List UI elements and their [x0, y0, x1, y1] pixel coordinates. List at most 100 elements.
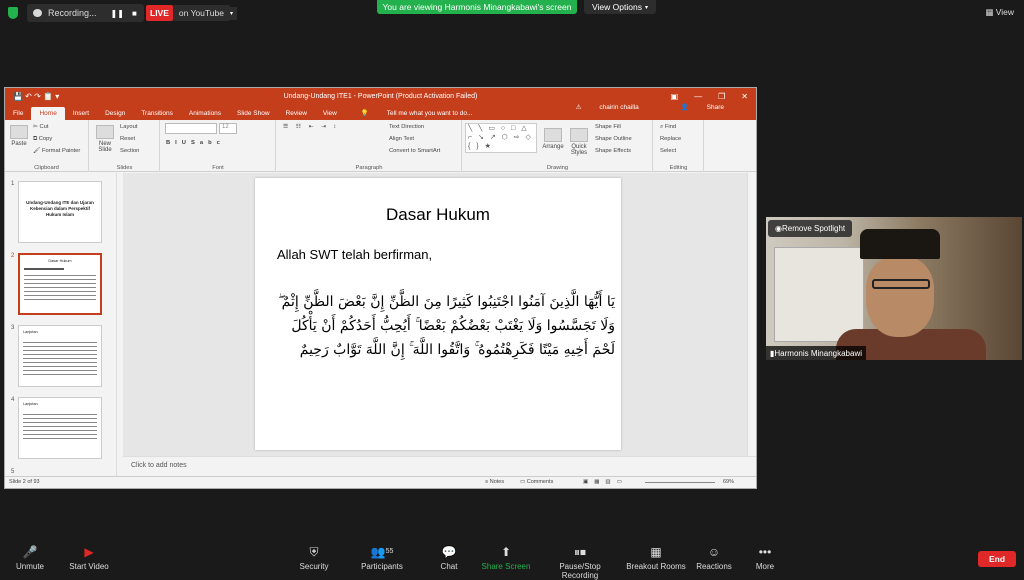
new-slide-button[interactable]: New Slide: [93, 125, 117, 153]
font-name-box[interactable]: [165, 123, 217, 134]
share-button[interactable]: 👤 Share: [665, 103, 740, 114]
font-format-buttons[interactable]: BIUSabc: [166, 140, 225, 146]
find-button[interactable]: ⌕ Find: [660, 124, 676, 131]
shapes-gallery[interactable]: ╲ ╲ ▭ ○ □ △ ⌐ ↘ ↗ ⬡ ⇨ ◇ { } ★: [465, 123, 537, 153]
minimize-icon[interactable]: —: [694, 92, 702, 101]
thumb-number: 4: [11, 397, 15, 403]
participants-button[interactable]: 👥55 Participants: [358, 544, 406, 571]
live-stream-indicator[interactable]: LIVE on YouTube ▾: [146, 5, 237, 21]
slide-thumbnails-pane[interactable]: 1 Undang-Undang ITE dan Ujaran Kebencian…: [5, 173, 117, 478]
view-options-label: View Options: [592, 2, 642, 12]
end-meeting-button[interactable]: End: [978, 551, 1016, 567]
tab-insert[interactable]: Insert: [65, 110, 97, 120]
tab-animations[interactable]: Animations: [181, 110, 229, 120]
reset-button[interactable]: Reset: [120, 136, 135, 142]
paste-label: Paste: [11, 141, 27, 147]
reactions-button[interactable]: ☺ Reactions: [696, 544, 732, 571]
align-text-button[interactable]: Align Text: [389, 136, 414, 142]
cloud-record-icon: [33, 9, 42, 17]
shape-outline-button[interactable]: Shape Outline: [595, 136, 632, 142]
tab-view[interactable]: View: [315, 110, 345, 120]
ribbon-display-icon[interactable]: ▣: [671, 92, 679, 101]
remove-spotlight-button[interactable]: ◉ Remove Spotlight: [768, 220, 853, 237]
current-slide[interactable]: Dasar Hukum Allah SWT telah berfirman, ي…: [255, 178, 621, 450]
user-account[interactable]: ⚠ chairin chailla: [560, 103, 655, 114]
notes-pane[interactable]: Click to add notes: [123, 456, 756, 478]
security-shield-icon[interactable]: [8, 7, 18, 19]
arrange-button[interactable]: Arrange: [541, 128, 565, 150]
slide-thumbnail-4[interactable]: Lanjutan: [18, 397, 102, 459]
tab-home[interactable]: Home: [31, 107, 65, 120]
shape-effects-label: Shape Effects: [595, 148, 631, 154]
list-buttons[interactable]: ☰ ☷ ⇤ ⇥ ↕: [283, 124, 339, 130]
thumb-text-lines: [23, 411, 97, 441]
start-video-button[interactable]: ▶ Start Video: [66, 544, 112, 571]
convert-smartart-button[interactable]: Convert to SmartArt: [389, 148, 440, 154]
shape-effects-button[interactable]: Shape Effects: [595, 148, 631, 154]
security-button[interactable]: ⛨ Security: [296, 544, 332, 571]
slide-thumbnail-2[interactable]: Dasar Hukum: [18, 253, 102, 315]
tab-design[interactable]: Design: [97, 110, 133, 120]
format-painter-button[interactable]: 🖌 Format Painter: [33, 148, 80, 154]
tab-review[interactable]: Review: [278, 110, 315, 120]
slide-thumbnail-1[interactable]: Undang-Undang ITE dan Ujaran Kebencian d…: [18, 181, 102, 243]
paragraph-group-label: Paragraph: [355, 165, 383, 171]
font-size-box[interactable]: 12: [219, 123, 237, 134]
slide-arabic-text[interactable]: يَا أَيُّهَا الَّذِينَ آمَنُوا اجْتَنِبُ…: [275, 290, 615, 362]
comments-toggle[interactable]: ▭ Comments: [520, 479, 553, 485]
quick-styles-button[interactable]: Quick Styles: [567, 128, 591, 156]
tab-file[interactable]: File: [5, 110, 31, 120]
slide-subtitle[interactable]: Allah SWT telah berfirman,: [277, 247, 432, 262]
slide-title[interactable]: Dasar Hukum: [255, 205, 621, 225]
participants-label: Participants: [361, 562, 403, 571]
slide-thumbnail-3[interactable]: Lanjutan: [18, 325, 102, 387]
cut-button[interactable]: ✂ Cut: [33, 124, 49, 130]
comment-icon: ▭: [520, 479, 527, 485]
chat-button[interactable]: 💬 Chat: [436, 544, 462, 571]
home-ribbon: Paste ✂ Cut ⧉ Copy 🖌 Format Painter Clip…: [5, 120, 756, 172]
slides-group-label: Slides: [116, 165, 133, 171]
zoom-level[interactable]: 69%: [723, 479, 734, 485]
spotlight-video[interactable]: ◉ Remove Spotlight ▮ Harmonis Minangkaba…: [766, 217, 1022, 360]
view-options-button[interactable]: View Options ▾: [584, 0, 656, 14]
text-direction-label: Text Direction: [389, 124, 425, 130]
shape-fill-button[interactable]: Shape Fill: [595, 124, 621, 130]
ribbon-tabs: File Home Insert Design Transitions Anim…: [5, 103, 756, 120]
layout-button[interactable]: Layout: [120, 124, 137, 130]
unmute-button[interactable]: 🎤 Unmute: [12, 544, 48, 571]
pause-stop-icon: ⏸⏹: [573, 545, 586, 559]
restore-icon[interactable]: ❐: [718, 92, 725, 101]
cut-label: Cut: [39, 124, 49, 130]
thumb-text: Lanjutan: [23, 330, 38, 334]
tell-me-box[interactable]: 💡 Tell me what you want to do...: [345, 109, 489, 120]
brush-icon: 🖌: [33, 148, 42, 154]
more-button[interactable]: ••• More: [752, 544, 778, 571]
participants-count: 55: [385, 548, 394, 555]
tab-transitions[interactable]: Transitions: [133, 110, 181, 120]
select-button[interactable]: Select: [660, 148, 676, 154]
section-button[interactable]: Section: [120, 148, 139, 154]
copy-button[interactable]: ⧉ Copy: [33, 136, 52, 143]
view-button[interactable]: ▦ View: [985, 7, 1014, 18]
paste-button[interactable]: Paste: [8, 125, 30, 147]
remove-spotlight-label: Remove Spotlight: [781, 224, 846, 233]
vertical-scrollbar[interactable]: [747, 173, 756, 456]
replace-button[interactable]: Replace: [660, 136, 681, 142]
zoom-slider[interactable]: [645, 482, 715, 483]
spotlight-icon: ◉: [775, 224, 782, 233]
pause-recording-button[interactable]: ⏸⏹ Pause/Stop Recording: [540, 544, 620, 580]
close-icon[interactable]: ✕: [741, 92, 748, 101]
tab-slide-show[interactable]: Slide Show: [229, 110, 278, 120]
thumb-text: Undang-Undang ITE dan Ujaran Kebencian d…: [26, 200, 94, 217]
breakout-label: Breakout Rooms: [626, 562, 686, 571]
thumb-number: 5: [11, 469, 15, 475]
breakout-rooms-button[interactable]: ▦ Breakout Rooms: [626, 544, 686, 571]
pause-recording-icon[interactable]: ❚❚: [111, 9, 124, 18]
tell-me-label: Tell me what you want to do...: [386, 110, 473, 117]
notes-toggle[interactable]: ≡ Notes: [485, 479, 504, 485]
share-screen-label: Share Screen: [481, 562, 531, 571]
share-screen-button[interactable]: ⬆ Share Screen: [480, 544, 532, 571]
stop-recording-icon[interactable]: ■: [132, 9, 137, 18]
text-direction-button[interactable]: Text Direction: [389, 124, 424, 130]
view-buttons[interactable]: ▣▦▥▭: [583, 479, 628, 485]
